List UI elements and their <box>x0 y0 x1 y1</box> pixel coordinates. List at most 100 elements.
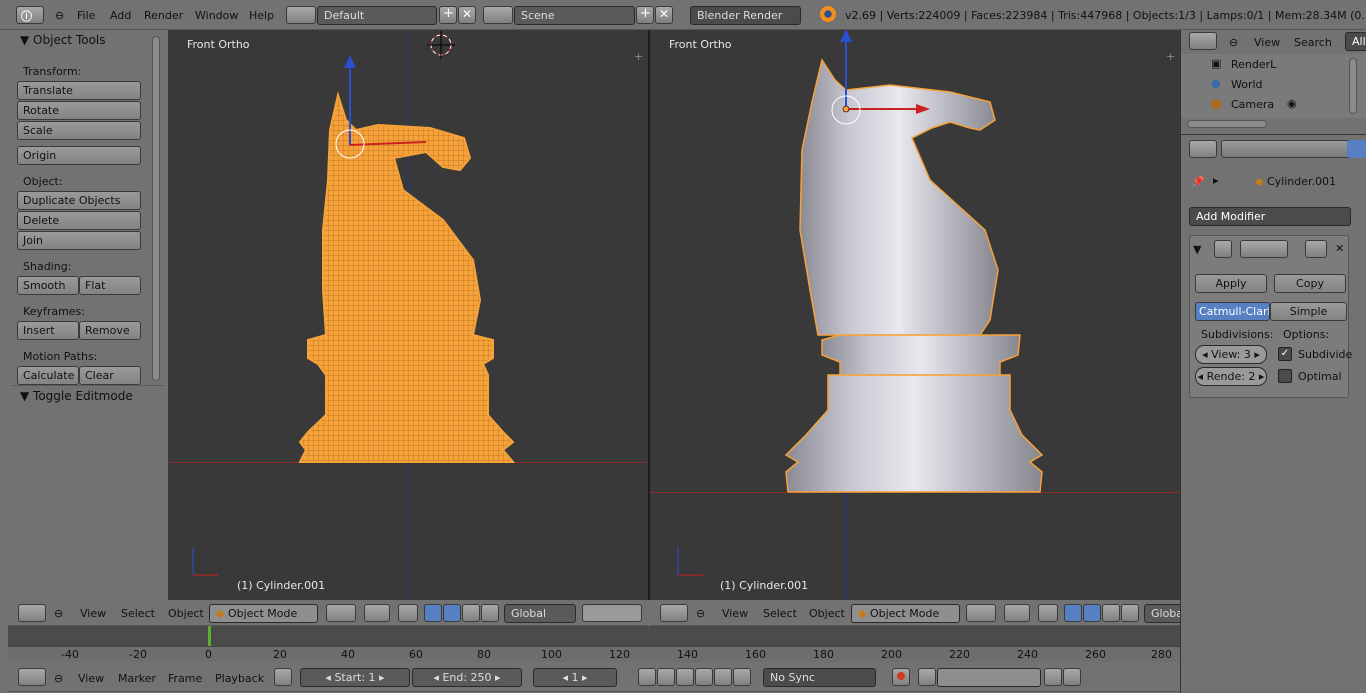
layout-field[interactable]: Default <box>317 6 437 25</box>
start-frame-field[interactable]: ◂ Start: 1 ▸ <box>300 668 410 687</box>
delete-layout-icon[interactable]: ✕ <box>458 6 476 24</box>
object-tools-header[interactable]: ▼ Object Tools <box>20 33 106 47</box>
shading-icon[interactable] <box>966 604 996 622</box>
current-frame-marker[interactable] <box>208 626 211 646</box>
translate-manipulator-icon[interactable] <box>1064 604 1082 622</box>
menu-object[interactable]: Object <box>809 606 845 621</box>
wireframe-knight[interactable] <box>168 30 648 600</box>
scene-field[interactable]: Scene <box>514 6 635 25</box>
scale-manipulator-icon[interactable] <box>462 604 480 622</box>
display-mode-select[interactable]: All <box>1345 32 1366 51</box>
orientation-select[interactable]: Global <box>504 604 576 623</box>
collapse-icon[interactable]: ⊖ <box>696 606 705 621</box>
pivot-icon[interactable] <box>1004 604 1030 622</box>
add-layout-icon[interactable]: + <box>439 6 457 24</box>
menu-render[interactable]: Render <box>144 8 183 23</box>
info-editor-icon[interactable]: ⓘ <box>16 6 44 24</box>
scale-manipulator-icon[interactable] <box>1102 604 1120 622</box>
collapse-icon[interactable]: ⊖ <box>54 606 63 621</box>
menu-view[interactable]: View <box>722 606 748 621</box>
menu-search[interactable]: Search <box>1294 35 1332 50</box>
screen-layout-icon[interactable] <box>286 6 316 24</box>
menu-view[interactable]: View <box>1254 35 1280 50</box>
menu-select[interactable]: Select <box>763 606 797 621</box>
outliner-scrollbar[interactable] <box>1349 58 1357 114</box>
origin-button[interactable]: Origin <box>17 146 141 165</box>
sync-select[interactable]: No Sync <box>763 668 876 687</box>
snap-icon[interactable] <box>481 604 499 622</box>
editor-type-icon[interactable] <box>18 668 46 686</box>
rotate-manipulator-icon[interactable] <box>1083 604 1101 622</box>
copy-button[interactable]: Copy <box>1274 274 1346 293</box>
shading-icon[interactable] <box>326 604 356 622</box>
timeline-area[interactable]: -40 -20 0 20 40 60 80 100 120 140 160 18… <box>8 626 1180 662</box>
jump-end-icon[interactable] <box>733 668 751 686</box>
editor-type-icon[interactable] <box>18 604 46 622</box>
visibility-icon[interactable]: ◉ <box>1287 97 1297 110</box>
subdivide-checkbox[interactable]: ✓ <box>1278 347 1292 361</box>
delete-scene-icon[interactable]: ✕ <box>655 6 673 24</box>
editor-type-icon[interactable] <box>660 604 688 622</box>
simple-button[interactable]: Simple <box>1270 302 1347 321</box>
menu-select[interactable]: Select <box>121 606 155 621</box>
insert-keyframe-button[interactable]: Insert <box>17 321 79 340</box>
record-icon[interactable] <box>892 668 910 686</box>
translate-manipulator-icon[interactable] <box>424 604 442 622</box>
duplicate-objects-button[interactable]: Duplicate Objects <box>17 191 141 210</box>
menu-view[interactable]: View <box>80 606 106 621</box>
menu-marker[interactable]: Marker <box>118 671 156 686</box>
join-button[interactable]: Join <box>17 231 141 250</box>
menu-frame[interactable]: Frame <box>168 671 202 686</box>
menu-window[interactable]: Window <box>195 8 238 23</box>
mode-select[interactable]: ◆ Object Mode <box>851 604 960 623</box>
toggle-editmode-panel[interactable]: ▼ Toggle Editmode <box>20 389 133 403</box>
shaded-knight[interactable] <box>650 30 1180 600</box>
menu-add[interactable]: Add <box>110 8 131 23</box>
delete-button[interactable]: Delete <box>17 211 141 230</box>
menu-object[interactable]: Object <box>168 606 204 621</box>
render-toggle-icon[interactable] <box>1240 240 1288 258</box>
move-modifier-icon[interactable] <box>1305 240 1327 258</box>
render-engine-select[interactable]: Blender Render <box>690 6 801 25</box>
prev-keyframe-icon[interactable] <box>657 668 675 686</box>
tool-shelf-scrollbar[interactable] <box>152 36 160 381</box>
play-reverse-icon[interactable] <box>676 668 694 686</box>
menu-playback[interactable]: Playback <box>215 671 264 686</box>
translate-button[interactable]: Translate <box>17 81 141 100</box>
play-icon[interactable] <box>695 668 713 686</box>
pivot-icon[interactable] <box>364 604 390 622</box>
smooth-button[interactable]: Smooth <box>17 276 79 295</box>
add-modifier-select[interactable]: Add Modifier <box>1189 207 1351 226</box>
mode-select[interactable]: ◆ Object Mode <box>209 604 318 623</box>
editor-type-icon[interactable] <box>1189 140 1217 158</box>
add-scene-icon[interactable]: + <box>636 6 654 24</box>
expand-arrow-icon[interactable]: ▼ <box>1193 243 1201 256</box>
editor-type-icon[interactable] <box>1189 32 1217 50</box>
orientation-select[interactable]: Globa <box>1144 604 1184 623</box>
collapse-icon[interactable]: ⊖ <box>55 8 64 23</box>
flat-button[interactable]: Flat <box>79 276 141 295</box>
next-keyframe-icon[interactable] <box>714 668 732 686</box>
outliner-item[interactable]: ■ Camera ◉ <box>1211 96 1341 114</box>
current-frame-field[interactable]: ◂ 1 ▸ <box>533 668 617 687</box>
properties-tab-row[interactable] <box>1221 140 1366 158</box>
apply-button[interactable]: Apply <box>1195 274 1267 293</box>
calculate-button[interactable]: Calculate <box>17 366 79 385</box>
jump-start-icon[interactable] <box>638 668 656 686</box>
collapse-icon[interactable]: ⊖ <box>1229 35 1238 50</box>
clock-icon[interactable] <box>274 668 292 686</box>
delete-keyframe-icon[interactable] <box>1063 668 1081 686</box>
end-frame-field[interactable]: ◂ End: 250 ▸ <box>412 668 522 687</box>
insert-keyframe-icon[interactable] <box>1044 668 1062 686</box>
rotate-manipulator-icon[interactable] <box>443 604 461 622</box>
rotate-button[interactable]: Rotate <box>17 101 141 120</box>
modifier-tab-icon[interactable] <box>1347 140 1366 158</box>
manipulator-icon[interactable] <box>1038 604 1058 622</box>
pin-icon[interactable]: 📌 <box>1191 175 1205 188</box>
menu-file[interactable]: File <box>77 8 95 23</box>
snap-icon[interactable] <box>1121 604 1139 622</box>
keying-set-field[interactable] <box>937 668 1041 687</box>
menu-help[interactable]: Help <box>249 8 274 23</box>
menu-view[interactable]: View <box>78 671 104 686</box>
outliner-hscrollbar[interactable] <box>1187 120 1267 128</box>
